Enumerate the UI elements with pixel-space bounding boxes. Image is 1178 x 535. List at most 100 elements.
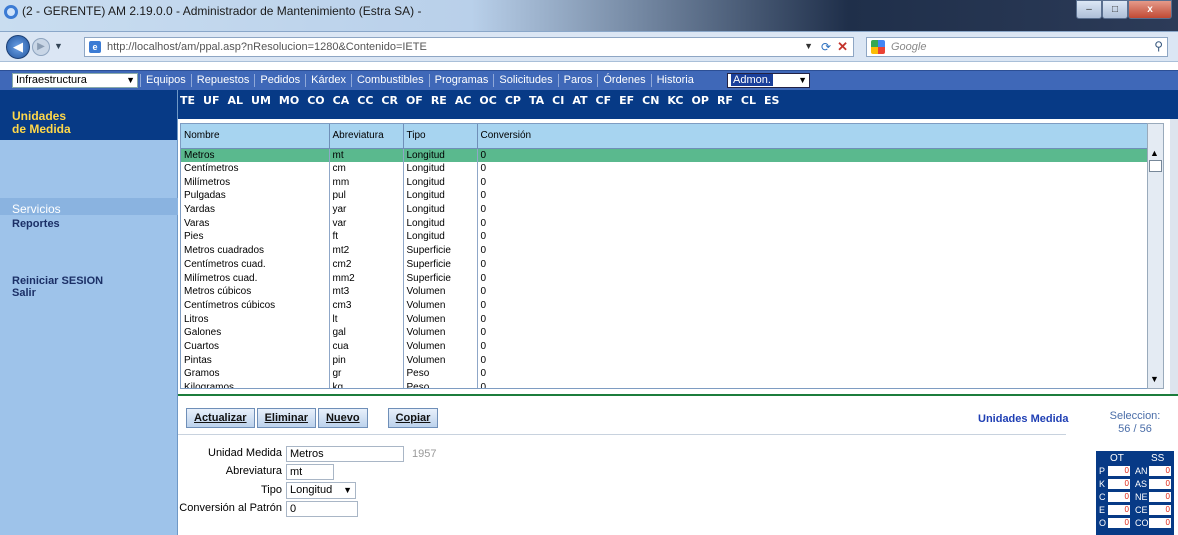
shortcut-op[interactable]: OP [692, 94, 709, 107]
abreviatura-field[interactable]: mt [286, 464, 334, 480]
table-row[interactable]: Varas var Longitud 0 [181, 216, 1147, 231]
menu-item-programas[interactable]: Programas [428, 74, 494, 87]
shortcut-oc[interactable]: OC [479, 94, 496, 107]
table-row[interactable]: Galones gal Volumen 0 [181, 325, 1147, 340]
cell-tipo: Superficie [403, 257, 478, 272]
cell-conversion: 0 [477, 353, 1147, 367]
eliminar-button[interactable]: Eliminar [256, 408, 316, 428]
menu-item-kardex[interactable]: Kárdex [305, 74, 351, 87]
module-shortcut-bar: TE UF AL UM MO CO CA CC CR OF RE AC OC CP TA CI AT CF EF CN… [178, 90, 1178, 119]
maximize-button[interactable]: □ [1102, 0, 1128, 19]
table-row[interactable]: Gramos gr Peso 0 [181, 367, 1147, 381]
minimize-button[interactable]: – [1076, 0, 1102, 19]
nuevo-button[interactable]: Nuevo [317, 408, 368, 428]
infraestructura-select[interactable]: Infraestructura ▼ [12, 73, 138, 88]
tipo-select[interactable]: Longitud ▼ [286, 482, 356, 499]
menu-item-equipos[interactable]: Equipos [140, 74, 191, 87]
col-abreviatura[interactable]: Abreviatura [329, 124, 404, 149]
shortcut-of[interactable]: OF [406, 94, 423, 107]
shortcut-cc[interactable]: CC [357, 94, 373, 107]
form-title: Unidades Medida [978, 413, 1069, 425]
back-button[interactable]: ◀ [6, 35, 30, 59]
conversion-field[interactable]: 0 [286, 501, 358, 517]
admon-select[interactable]: Admon. ▼ [727, 73, 810, 88]
page-scrollbar[interactable] [1170, 119, 1178, 395]
col-nombre[interactable]: Nombre [181, 124, 330, 149]
shortcut-kc[interactable]: KC [667, 94, 683, 107]
url-field[interactable]: e http://localhost/am/ppal.asp?nResoluci… [84, 37, 854, 57]
shortcut-ta[interactable]: TA [529, 94, 544, 107]
cell-abreviatura: mm [329, 175, 404, 190]
shortcut-ef[interactable]: EF [619, 94, 634, 107]
forward-button[interactable]: ▶ [32, 38, 50, 56]
shortcut-ci[interactable]: CI [552, 94, 564, 107]
shortcut-cr[interactable]: CR [381, 94, 398, 107]
cell-nombre: Galones [181, 325, 330, 340]
table-row[interactable]: Yardas yar Longitud 0 [181, 202, 1147, 217]
sidebar-link-reportes[interactable]: Reportes [12, 218, 60, 230]
counter-v2: 0 [1149, 492, 1171, 502]
shortcut-uf[interactable]: UF [203, 94, 219, 107]
unidad-medida-field[interactable]: Metros [286, 446, 404, 462]
shortcut-re[interactable]: RE [431, 94, 447, 107]
table-row[interactable]: Litros lt Volumen 0 [181, 312, 1147, 326]
col-conversion[interactable]: Conversión [477, 124, 1147, 149]
shortcut-at[interactable]: AT [572, 94, 587, 107]
search-icon[interactable]: ⚲ [1154, 39, 1163, 53]
sidebar-link-reiniciar-sesion[interactable]: Reiniciar SESION [12, 275, 103, 287]
shortcut-mo[interactable]: MO [279, 94, 299, 107]
table-row[interactable]: Pintas pin Volumen 0 [181, 353, 1147, 367]
menu-item-paros[interactable]: Paros [557, 74, 598, 87]
shortcut-cl[interactable]: CL [741, 94, 756, 107]
scroll-up-icon[interactable]: ▲ [1150, 148, 1159, 158]
search-input[interactable]: Google ⚲ [866, 37, 1168, 57]
menu-item-historia[interactable]: Historia [650, 74, 699, 87]
menu-item-ordenes[interactable]: Órdenes [597, 74, 650, 87]
close-button[interactable]: x [1128, 0, 1172, 19]
table-row[interactable]: Metros cuadrados mt2 Superficie 0 [181, 243, 1147, 258]
url-text: http://localhost/am/ppal.asp?nResolucion… [107, 41, 427, 53]
shortcut-um[interactable]: UM [251, 94, 271, 107]
shortcut-ac[interactable]: AC [455, 94, 472, 107]
shortcut-ca[interactable]: CA [333, 94, 350, 107]
menu-item-combustibles[interactable]: Combustibles [350, 74, 429, 87]
table-row[interactable]: Metros mt Longitud 0 [181, 148, 1147, 162]
table-row[interactable]: Kilogramos kg Peso 0 [181, 380, 1147, 388]
shortcut-co[interactable]: CO [307, 94, 324, 107]
menu-item-pedidos[interactable]: Pedidos [254, 74, 305, 87]
scroll-down-icon[interactable]: ▼ [1150, 374, 1159, 384]
grid-scrollbar[interactable]: ▲ ▼ [1147, 123, 1164, 389]
sidebar-link-salir[interactable]: Salir [12, 287, 36, 299]
table-row[interactable]: Pulgadas pul Longitud 0 [181, 189, 1147, 203]
actualizar-button[interactable]: Actualizar [186, 408, 255, 428]
scroll-thumb[interactable] [1149, 160, 1162, 172]
counter-k: P [1099, 466, 1106, 476]
shortcut-cp[interactable]: CP [505, 94, 521, 107]
shortcut-al[interactable]: AL [227, 94, 243, 107]
table-row[interactable]: Pies ft Longitud 0 [181, 230, 1147, 244]
refresh-icon[interactable]: ⟳ [821, 40, 831, 54]
table-row[interactable]: Centímetros cúbicos cm3 Volumen 0 [181, 298, 1147, 313]
shortcut-cn[interactable]: CN [642, 94, 659, 107]
table-row[interactable]: Centímetros cuad. cm2 Superficie 0 [181, 257, 1147, 272]
shortcut-rf[interactable]: RF [717, 94, 733, 107]
table-row[interactable]: Milímetros mm Longitud 0 [181, 175, 1147, 190]
shortcut-cf[interactable]: CF [596, 94, 612, 107]
url-dropdown-icon[interactable]: ▼ [804, 41, 813, 51]
menu-item-solicitudes[interactable]: Solicitudes [493, 74, 557, 87]
counter-row: C 0 NE 0 [1098, 492, 1172, 503]
counter-v: 0 [1108, 466, 1130, 476]
col-tipo[interactable]: Tipo [403, 124, 478, 149]
table-row[interactable]: Centímetros cm Longitud 0 [181, 161, 1147, 176]
history-dropdown-icon[interactable]: ▼ [54, 41, 63, 51]
menu-item-repuestos[interactable]: Repuestos [190, 74, 255, 87]
shortcut-te[interactable]: TE [180, 94, 195, 107]
copiar-button[interactable]: Copiar [387, 408, 439, 428]
shortcut-es[interactable]: ES [764, 94, 779, 107]
table-row[interactable]: Milímetros cuad. mm2 Superficie 0 [181, 271, 1147, 285]
table-row[interactable]: Metros cúbicos mt3 Volumen 0 [181, 284, 1147, 299]
counter-v2: 0 [1149, 505, 1171, 515]
table-row[interactable]: Cuartos cua Volumen 0 [181, 339, 1147, 354]
stop-icon[interactable]: ✕ [837, 39, 848, 55]
cell-nombre: Pies [181, 230, 330, 244]
